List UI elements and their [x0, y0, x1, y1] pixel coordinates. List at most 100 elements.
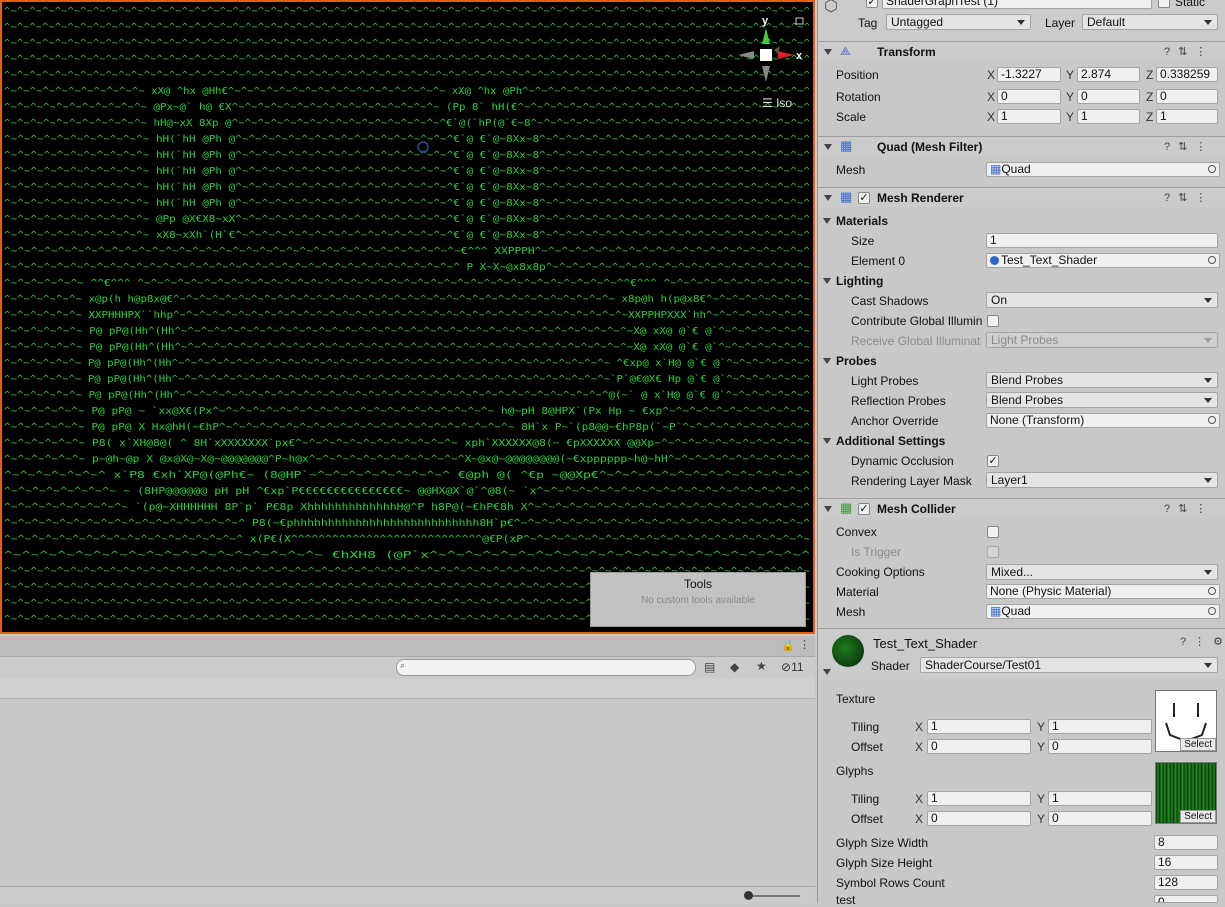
material-menu-icons[interactable]: ?⋮⚙: [1180, 635, 1225, 648]
zoom-slider-handle[interactable]: [744, 891, 753, 900]
orientation-gizmo[interactable]: y x: [732, 10, 812, 110]
ascii-row: ^~^~^~^~^~^~^~^~^~^~^~^~^~^~^~^~^~^~^~^~…: [4, 38, 810, 49]
fold-arrow-icon[interactable]: [824, 195, 832, 201]
position-x-field[interactable]: -1.3227: [997, 67, 1061, 82]
anchor-override-field[interactable]: None (Transform): [986, 413, 1220, 428]
glyphs-select-button[interactable]: Select: [1180, 810, 1216, 823]
lock-icon[interactable]: 🔒: [781, 639, 795, 652]
materials-size-field[interactable]: 1: [986, 233, 1218, 248]
gizmo-y-cone[interactable]: [762, 28, 770, 44]
object-picker-icon[interactable]: [1208, 256, 1216, 264]
mesh-renderer-header[interactable]: ▦ ✓ Mesh Renderer ?⇅⋮: [818, 187, 1225, 207]
convex-checkbox[interactable]: [987, 526, 999, 538]
glyphs-tiling-x-field[interactable]: 1: [927, 791, 1031, 806]
glyphs-tiling-y-field[interactable]: 1: [1048, 791, 1152, 806]
object-picker-icon[interactable]: [1208, 587, 1216, 595]
mesh-object-field[interactable]: ▦Quad: [986, 162, 1220, 177]
cast-shadows-dropdown[interactable]: On: [986, 292, 1218, 308]
transform-header[interactable]: ⟁ Transform ?⇅⋮: [818, 41, 1225, 61]
mesh-filter-header[interactable]: ▦ Quad (Mesh Filter) ?⇅⋮: [818, 136, 1225, 156]
object-picker-icon[interactable]: [1208, 165, 1216, 173]
favorites-star-icon[interactable]: ★: [756, 659, 767, 673]
kebab-menu-icon[interactable]: ⋮: [799, 638, 810, 651]
search-input[interactable]: ⌕: [396, 659, 696, 676]
gizmo-neg-x-cone[interactable]: [738, 51, 754, 59]
lighting-fold-icon[interactable]: [823, 278, 831, 284]
glyph-size-width-field[interactable]: 8: [1154, 835, 1218, 850]
collider-mesh-field[interactable]: ▦Quad: [986, 604, 1220, 619]
gizmo-x-cone[interactable]: [778, 51, 794, 59]
scale-z-field[interactable]: 1: [1156, 109, 1218, 124]
projection-toggle[interactable]: ☰ Iso: [762, 96, 792, 110]
component-menu-icons[interactable]: ?⇅⋮: [1164, 502, 1214, 515]
component-menu-icons[interactable]: ?⇅⋮: [1164, 140, 1214, 153]
probes-fold-icon[interactable]: [823, 358, 831, 364]
mesh-collider-header[interactable]: ▦ ✓ Mesh Collider ?⇅⋮: [818, 498, 1225, 518]
component-menu-icons[interactable]: ?⇅⋮: [1164, 191, 1214, 204]
zoom-slider-track[interactable]: [745, 895, 800, 897]
mesh-collider-enabled-checkbox[interactable]: ✓: [858, 503, 870, 515]
active-checkbox[interactable]: ✓: [866, 0, 878, 8]
component-menu-icons[interactable]: ?⇅⋮: [1164, 45, 1214, 58]
scale-y-field[interactable]: 1: [1077, 109, 1140, 124]
filter-by-label-icon[interactable]: ◆: [730, 660, 739, 674]
rotation-x-field[interactable]: 0: [997, 89, 1061, 104]
element0-object-field[interactable]: Test_Text_Shader: [986, 253, 1220, 268]
rotation-z-axis: Z: [1146, 90, 1154, 104]
collider-material-value: None (Physic Material): [990, 584, 1112, 598]
static-checkbox[interactable]: [1158, 0, 1170, 8]
collider-material-field[interactable]: None (Physic Material): [986, 584, 1220, 599]
additional-settings-fold-icon[interactable]: [823, 438, 831, 444]
light-probes-dropdown[interactable]: Blend Probes: [986, 372, 1218, 388]
ascii-row: ^~^~^~^~^~^~^~^~^~^~^~ hH(`hH @Ph @^~^~^…: [4, 181, 810, 193]
scale-x-field[interactable]: 1: [997, 109, 1061, 124]
tag-dropdown[interactable]: Untagged: [886, 14, 1031, 30]
lock-icon[interactable]: [795, 17, 804, 25]
object-picker-icon[interactable]: [1208, 607, 1216, 615]
material-preview-sphere: [832, 635, 864, 667]
object-name-field[interactable]: ShaderGraphTest (1): [882, 0, 1152, 9]
material-header[interactable]: Test_Text_Shader ?⋮⚙ Shader ShaderCourse…: [818, 628, 1225, 679]
texture-select-button[interactable]: Select: [1180, 738, 1216, 751]
texture-thumbnail[interactable]: Select: [1155, 690, 1217, 752]
chevron-down-icon: [1204, 398, 1212, 403]
fold-arrow-icon[interactable]: [824, 49, 832, 55]
glyph-size-height-field[interactable]: 16: [1154, 855, 1218, 870]
glyphs-offset-x-field[interactable]: 0: [927, 811, 1031, 826]
mesh-renderer-enabled-checkbox[interactable]: ✓: [858, 192, 870, 204]
contribute-gi-checkbox[interactable]: [987, 315, 999, 327]
rotation-y-field[interactable]: 0: [1077, 89, 1140, 104]
fold-arrow-icon[interactable]: [823, 669, 831, 675]
glyphs-offset-y-field[interactable]: 0: [1048, 811, 1152, 826]
texture-tiling-x-field[interactable]: 1: [927, 719, 1031, 734]
glyphs-offset-y-axis: Y: [1037, 812, 1046, 826]
hidden-packages-toggle[interactable]: ⊘11: [781, 660, 804, 674]
dynamic-occlusion-checkbox[interactable]: ✓: [987, 455, 999, 467]
materials-fold-icon[interactable]: [823, 218, 831, 224]
gizmo-neg-y-cone[interactable]: [762, 66, 770, 82]
shader-dropdown[interactable]: ShaderCourse/Test01: [920, 657, 1218, 673]
project-footer: [0, 886, 815, 904]
ascii-row: ^~^~^~^~^~^~ P@ pP@ X Hx@hH(~€hP^~^~^~^~…: [4, 421, 810, 433]
glyphs-thumbnail[interactable]: Select: [1155, 762, 1217, 824]
scene-view[interactable]: ^~^~^~^~^~^~^~^~^~^~^~^~^~^~^~^~^~^~^~^~…: [0, 0, 815, 634]
position-y-field[interactable]: 2.874: [1077, 67, 1140, 82]
reflection-probes-dropdown[interactable]: Blend Probes: [986, 392, 1218, 408]
glyphs-label: Glyphs: [836, 764, 874, 778]
ascii-row: ^~^~^~^~^~^~ p~@h~@p X @x@X@~X@~@@@@@@@^…: [4, 454, 810, 465]
layer-dropdown[interactable]: Default: [1082, 14, 1218, 30]
cooking-options-dropdown[interactable]: Mixed...: [986, 564, 1218, 580]
texture-offset-x-field[interactable]: 0: [927, 739, 1031, 754]
fold-arrow-icon[interactable]: [824, 144, 832, 150]
fold-arrow-icon[interactable]: [824, 506, 832, 512]
symbol-rows-count-field[interactable]: 128: [1154, 875, 1218, 890]
object-picker-icon[interactable]: [1208, 416, 1216, 424]
rotation-z-field[interactable]: 0: [1156, 89, 1218, 104]
filter-by-type-icon[interactable]: ▤: [704, 660, 715, 674]
test-field[interactable]: 0: [1154, 895, 1218, 903]
texture-tiling-y-field[interactable]: 1: [1048, 719, 1152, 734]
rendering-layer-dropdown[interactable]: Layer1: [986, 472, 1218, 488]
gizmo-center-cube[interactable]: [760, 49, 772, 61]
texture-offset-y-field[interactable]: 0: [1048, 739, 1152, 754]
position-z-field[interactable]: 0.338259: [1156, 67, 1218, 82]
